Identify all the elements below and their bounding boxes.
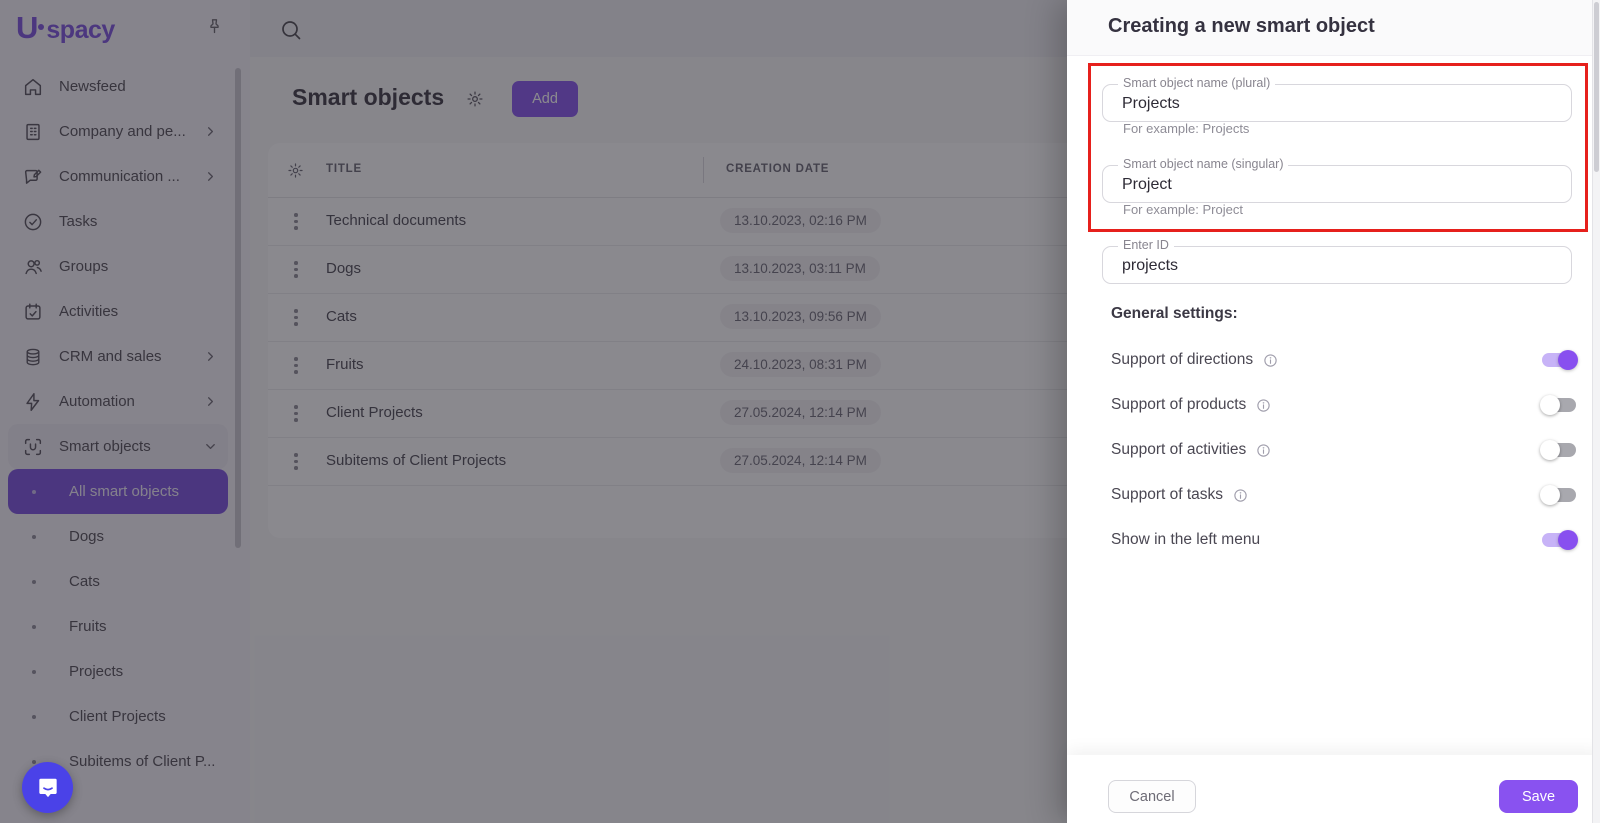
- toggle-support-of-directions[interactable]: [1542, 350, 1578, 370]
- info-icon[interactable]: [1256, 398, 1271, 413]
- chat-bubble-icon: [35, 775, 61, 801]
- info-icon[interactable]: [1263, 353, 1278, 368]
- setting-label: Support of directions: [1111, 351, 1254, 368]
- modal-backdrop[interactable]: [0, 0, 1067, 823]
- singular-name-input[interactable]: [1103, 166, 1571, 202]
- info-icon[interactable]: [1256, 443, 1271, 458]
- toggle-support-of-products[interactable]: [1540, 395, 1576, 415]
- chat-launcher-button[interactable]: [22, 762, 73, 813]
- field-helper: For example: Project: [1123, 202, 1243, 217]
- field-plural-name: Smart object name (plural): [1102, 76, 1572, 122]
- page-scrollbar[interactable]: [1592, 0, 1600, 823]
- panel-footer: Cancel Save: [1067, 755, 1600, 823]
- setting-row: Support of products: [1111, 393, 1577, 417]
- toggle-support-of-tasks[interactable]: [1540, 485, 1576, 505]
- field-helper: For example: Projects: [1123, 121, 1250, 136]
- setting-label: Support of products: [1111, 396, 1247, 413]
- plural-name-input[interactable]: [1103, 85, 1571, 121]
- setting-row: Support of directions: [1111, 348, 1578, 372]
- setting-row: Show in the left menu: [1111, 528, 1578, 552]
- info-icon[interactable]: [1233, 488, 1248, 503]
- panel-header: Creating a new smart object: [1067, 0, 1600, 56]
- scrollbar-thumb[interactable]: [1594, 2, 1599, 172]
- toggle-support-of-activities[interactable]: [1540, 440, 1576, 460]
- create-smart-object-panel: Creating a new smart object Smart object…: [1067, 0, 1600, 823]
- setting-label: Support of tasks: [1111, 486, 1224, 503]
- app-root: U spacy Newsfeed Company and pe... Commu…: [0, 0, 1600, 823]
- panel-title: Creating a new smart object: [1108, 15, 1375, 37]
- setting-label: Show in the left menu: [1111, 531, 1261, 548]
- field-id: Enter ID: [1102, 238, 1572, 284]
- setting-label: Support of activities: [1111, 441, 1247, 458]
- field-label: Smart object name (singular): [1118, 157, 1289, 171]
- field-label: Smart object name (plural): [1118, 76, 1276, 90]
- save-button[interactable]: Save: [1499, 780, 1578, 813]
- toggle-show-in-left-menu[interactable]: [1542, 530, 1578, 550]
- cancel-button[interactable]: Cancel: [1108, 780, 1196, 813]
- setting-row: Support of activities: [1111, 438, 1577, 462]
- field-singular-name: Smart object name (singular): [1102, 157, 1572, 203]
- field-label: Enter ID: [1118, 238, 1174, 252]
- general-settings-heading: General settings:: [1111, 305, 1238, 322]
- setting-row: Support of tasks: [1111, 483, 1577, 507]
- id-input[interactable]: [1103, 247, 1571, 283]
